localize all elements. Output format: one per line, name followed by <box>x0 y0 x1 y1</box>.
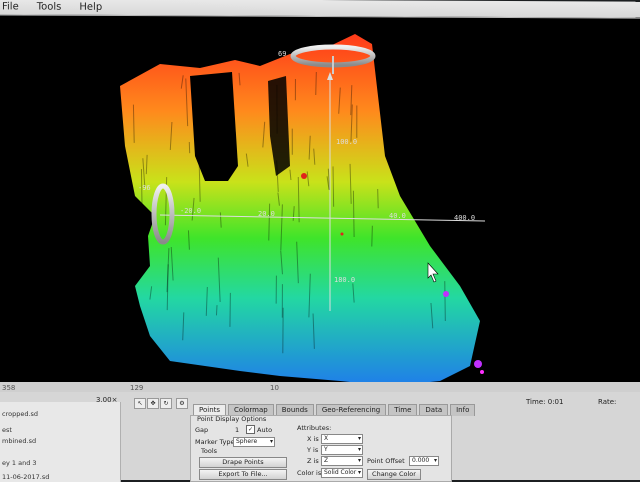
terrain-streak <box>396 100 398 117</box>
status-mid1: 129 <box>130 384 143 392</box>
terrain-streak <box>353 191 354 237</box>
color-attribute-select[interactable]: Solid Color <box>321 468 363 478</box>
settings-icon[interactable]: ⚙ <box>176 398 188 409</box>
z-attribute-select[interactable]: Z <box>321 456 363 466</box>
y-is-label: Y is <box>307 446 318 454</box>
axis-label-x-mid: 20.0 <box>258 210 275 218</box>
point-cloud-scene: -20.0 20.0 40.0 400.0 100.0 180.0 69 -96 <box>0 16 640 382</box>
drape-points-button[interactable]: Drape Points <box>199 457 287 468</box>
color-is-label: Color is <box>297 469 321 477</box>
file-item[interactable]: cropped.sd <box>2 410 38 418</box>
terrain-streak <box>372 226 373 247</box>
menu-help[interactable]: Help <box>70 1 111 12</box>
terrain-streak <box>401 169 402 182</box>
file-item[interactable]: ey 1 and 3 <box>2 459 37 467</box>
axis-label-y-bottom: 180.0 <box>334 276 355 284</box>
auto-checkbox[interactable]: ✓ <box>246 425 255 434</box>
tools-label: Tools <box>201 447 217 455</box>
terrain-streak <box>333 166 334 206</box>
x-attribute-select[interactable]: X <box>321 434 363 444</box>
time-value: 0:01 <box>548 398 564 406</box>
pan-tool-icon[interactable]: ✥ <box>147 398 159 409</box>
terrain-streak <box>442 221 443 263</box>
axis-label-x-pos: 40.0 <box>389 212 406 220</box>
outlier-point <box>480 370 484 374</box>
axis-label-x-neg: -20.0 <box>180 207 201 215</box>
axis-label-left: -96 <box>138 184 151 192</box>
point-offset-label: Point Offset <box>367 457 405 465</box>
terrain-streak <box>216 305 217 315</box>
outlier-point <box>474 360 482 368</box>
file-item[interactable]: mbined.sd <box>2 437 36 445</box>
cursor-tool-icon[interactable]: ↖ <box>134 398 146 409</box>
tab-info[interactable]: Info <box>450 404 475 416</box>
terrain-streak <box>432 208 433 221</box>
3d-viewport[interactable]: -20.0 20.0 40.0 400.0 100.0 180.0 69 -96 <box>0 16 640 382</box>
y-attribute-select[interactable]: Y <box>321 445 363 455</box>
point-offset-input[interactable]: 0.000 <box>409 456 439 466</box>
menu-file[interactable]: File <box>0 1 28 12</box>
axis-label-x-end: 400.0 <box>454 214 475 222</box>
status-left: 358 <box>2 384 15 392</box>
points-panel: Point Display Options Gap 1 ✓ Auto Marke… <box>190 415 452 482</box>
outlier-point <box>443 291 449 297</box>
marker-point <box>341 233 344 236</box>
time-label: Time: <box>526 398 546 406</box>
rate-label: Rate: <box>598 398 616 406</box>
axis-label-y-top: 100.0 <box>336 138 357 146</box>
terrain-streak <box>316 72 317 95</box>
section-title: Point Display Options <box>197 415 266 423</box>
rotate-tool-icon[interactable]: ↻ <box>160 398 172 409</box>
status-mid2: 10 <box>270 384 279 392</box>
axis-label-top: 69 <box>278 50 286 58</box>
z-is-label: Z is <box>307 457 319 465</box>
x-is-label: X is <box>307 435 319 443</box>
rate-display: Rate: <box>598 398 616 406</box>
attributes-label: Attributes: <box>297 424 331 432</box>
gap-label: Gap <box>195 426 208 434</box>
marker-type-select[interactable]: Sphere <box>233 437 275 447</box>
time-display: Time: 0:01 <box>526 398 563 406</box>
marker-type-label: Marker Type <box>195 438 234 446</box>
auto-label: Auto <box>257 426 272 434</box>
change-color-button[interactable]: Change Color <box>367 469 421 480</box>
gap-value[interactable]: 1 <box>235 426 239 434</box>
file-list: cropped.sd est mbined.sd ey 1 and 3 11-0… <box>0 402 121 482</box>
playback-speed[interactable]: 3.00× <box>96 396 117 404</box>
bottom-panel: cropped.sd est mbined.sd ey 1 and 3 11-0… <box>0 392 640 480</box>
export-to-file-button[interactable]: Export To File... <box>199 469 287 480</box>
terrain-streak <box>445 281 446 321</box>
menu-tools[interactable]: Tools <box>28 1 71 12</box>
terrain-streak <box>378 189 379 208</box>
marker-point <box>301 173 307 179</box>
file-item[interactable]: est <box>2 426 12 434</box>
